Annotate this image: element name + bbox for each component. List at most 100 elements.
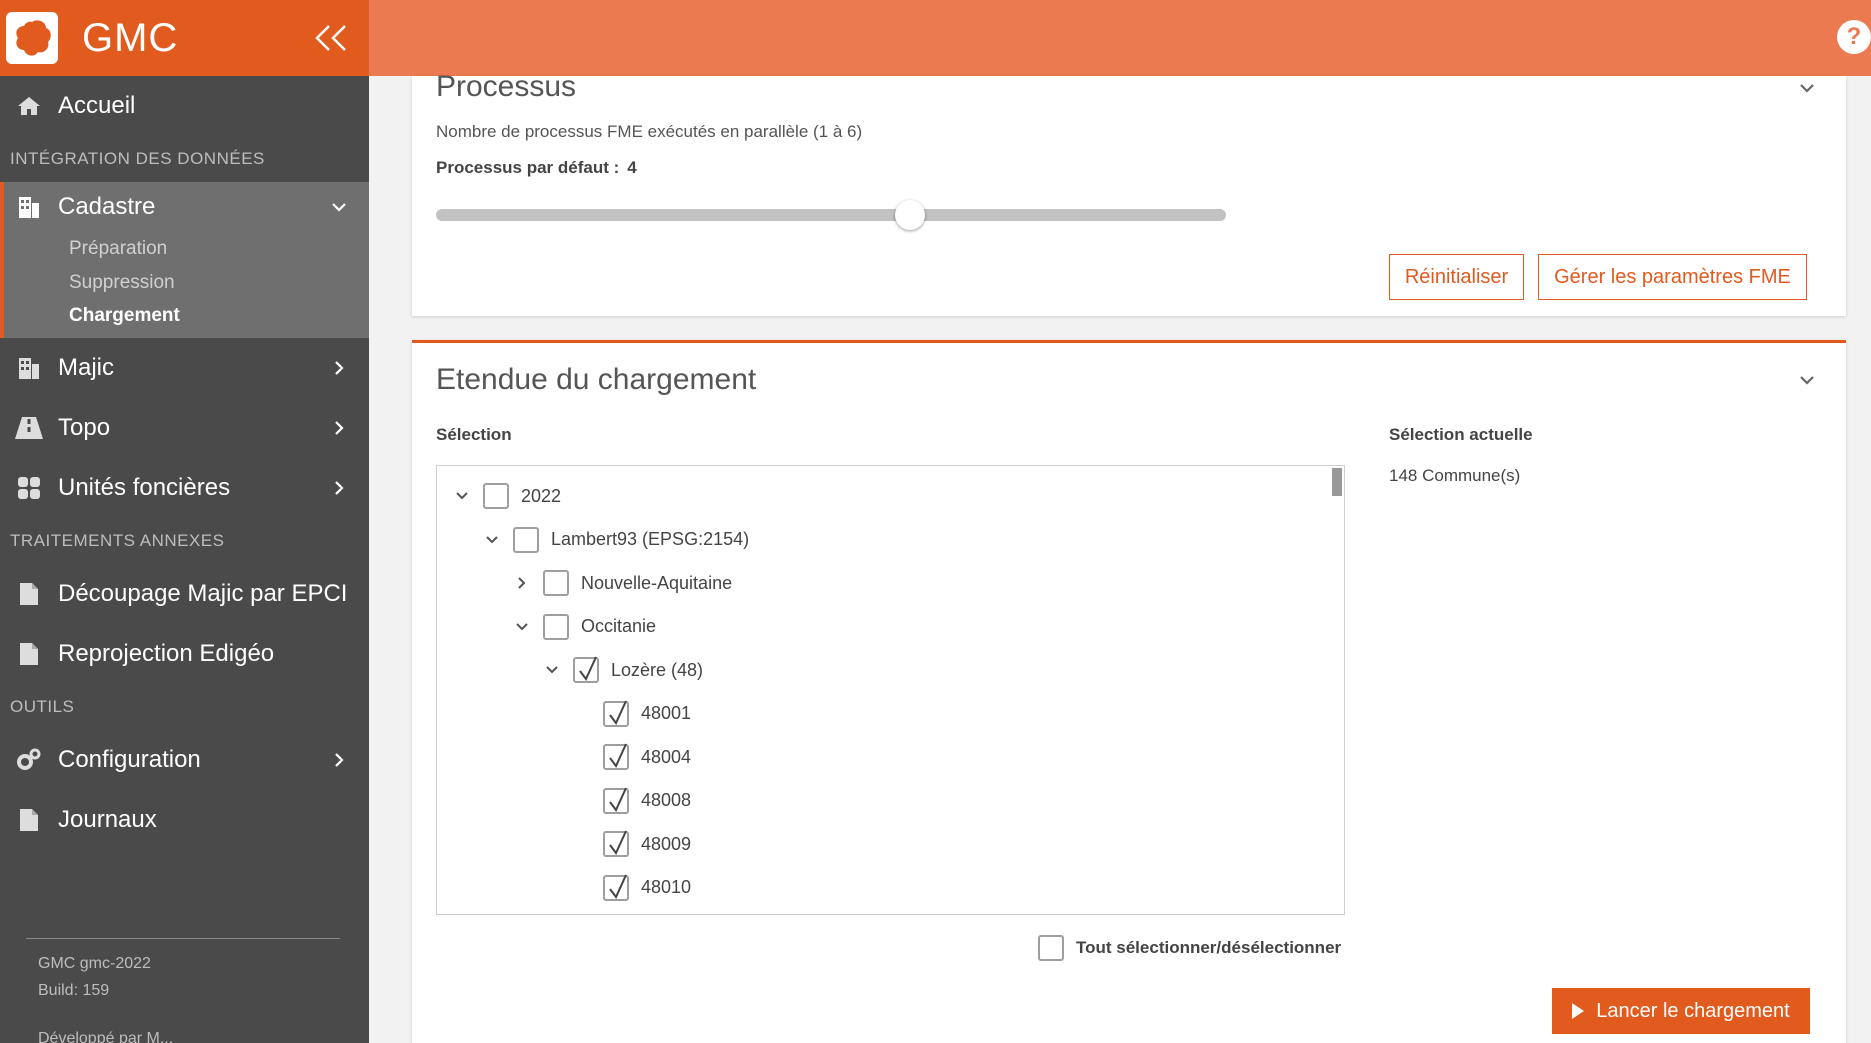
processus-card: Processus Nombre de processus FME exécut… [412,70,1846,316]
tree-checkbox[interactable] [603,700,629,727]
chevron-right-icon [335,421,344,435]
developer-credit: Développé par M... [38,1030,174,1043]
brand-name: GMC [82,15,179,60]
etendue-card: Etendue du chargement Sélection Sélectio… [412,340,1846,1043]
sidebar-item-unites-foncieres[interactable]: Unités foncières [0,458,369,518]
sidebar-item-label: Cadastre [58,193,156,220]
sidebar-divider [26,938,340,939]
current-selection-value: 148 Commune(s) [1389,466,1521,485]
top-bar: ? [369,0,1871,76]
tree-node[interactable]: 48008 [573,781,691,821]
processus-slider[interactable] [436,200,1226,230]
chevron-down-icon[interactable] [1798,79,1816,97]
chevron-down-icon [332,203,346,212]
tree-checkbox[interactable] [543,613,569,640]
sidebar-item-cadastre[interactable]: Cadastre [4,182,369,232]
tree-node[interactable]: 48004 [573,737,691,777]
tree-node[interactable]: Lozère (48) [543,650,703,690]
manage-fme-button[interactable]: Gérer les paramètres FME [1538,254,1807,300]
section-label-integration: INTÉGRATION DES DONNÉES [10,149,265,168]
scrollbar-thumb[interactable] [1332,468,1342,496]
tree-node-label: 48010 [641,877,692,897]
chevron-down-icon[interactable] [513,618,531,636]
section-label-traitements: TRAITEMENTS ANNEXES [10,531,225,550]
sidebar-item-decoupage[interactable]: Découpage Majic par EPCI [0,564,369,624]
tree-checkbox[interactable] [603,743,629,770]
tree-node-label: 48001 [641,703,692,723]
selection-tree[interactable]: 2022 Lambert93 (EPSG:2154) Nouvelle-Aquita… [436,465,1345,915]
tree-checkbox[interactable] [543,570,569,596]
version-info: GMC gmc-2022 Build: 159 [38,950,151,1004]
gmc-logo[interactable] [6,12,58,64]
sidebar-item-majic[interactable]: Majic [0,338,369,398]
play-icon [1572,1003,1585,1019]
tree-node[interactable]: 48001 [573,694,691,734]
sidebar-item-label: Topo [58,414,111,441]
sidebar-item-label: Accueil [58,92,136,119]
sidebar-item-label: Unités foncières [58,474,231,501]
default-processes: Processus par défaut : 4 [436,158,637,178]
sidebar-subitem-chargement[interactable]: Chargement [4,300,369,338]
chevron-down-icon[interactable] [453,487,471,505]
chevron-down-icon[interactable] [543,661,561,679]
building-icon [14,194,44,220]
section-label-outils: OUTILS [10,697,75,716]
sidebar-item-accueil[interactable]: Accueil [0,76,369,136]
tree-node-label: Lambert93 (EPSG:2154) [551,529,750,549]
slider-thumb[interactable] [895,200,925,230]
selection-label: Sélection [436,425,512,444]
tree-node-label: 48009 [641,833,692,854]
sidebar: GMC Accueil INTÉGRATION DES DONNÉES Cada… [0,0,369,1043]
current-selection-label: Sélection actuelle [1389,425,1533,444]
slider-track[interactable] [436,209,1226,221]
tree-node-label: 2022 [521,485,562,506]
tree-checkbox[interactable] [483,483,509,509]
launch-button[interactable]: Lancer le chargement [1552,988,1810,1034]
chevron-down-icon[interactable] [483,531,501,549]
processus-description: Nombre de processus FME exécutés en para… [436,122,863,141]
sidebar-item-label: Reprojection Edigéo [58,640,275,667]
tree-node[interactable]: Nouvelle-Aquitaine [513,563,732,603]
sidebar-item-journaux[interactable]: Journaux [0,790,369,850]
sidebar-subitem-preparation[interactable]: Préparation [4,232,369,266]
tree-checkbox[interactable] [603,830,629,857]
tree-node[interactable]: 2022 [453,476,561,516]
sidebar-item-label: Journaux [58,806,157,833]
sidebar-item-label: Découpage Majic par EPCI [58,580,348,607]
home-icon [14,93,44,119]
tree-checkbox[interactable] [513,526,539,553]
select-all-toggle[interactable]: Tout sélectionner/désélectionner [1038,935,1341,961]
tree-checkbox[interactable] [603,874,629,901]
tree-node-label: 48008 [641,790,692,810]
select-all-checkbox[interactable] [1038,935,1064,961]
tree-node-label: Lozère (48) [611,659,704,680]
tree-node[interactable]: 48009 [573,824,691,864]
tree-node[interactable]: Occitanie [513,607,656,647]
file-icon [14,641,44,667]
chevron-down-icon[interactable] [1798,371,1816,389]
file-icon [14,581,44,607]
sidebar-subitem-suppression[interactable]: Suppression [4,266,369,300]
select-all-label: Tout sélectionner/désélectionner [1076,938,1342,957]
tree-node-label: Occitanie [581,616,657,636]
file-icon [14,807,44,833]
launch-label: Lancer le chargement [1596,999,1790,1022]
build-number: Build: 159 [38,982,110,999]
tree-checkbox[interactable] [603,787,629,814]
tree-node[interactable]: 48010 [573,868,691,908]
collapse-sidebar-icon[interactable] [311,18,351,58]
tree-node-label: Nouvelle-Aquitaine [581,572,733,593]
road-icon [14,415,44,441]
chevron-right-icon [335,753,344,767]
tree-checkbox[interactable] [573,656,599,683]
tree-node[interactable]: Lambert93 (EPSG:2154) [483,520,749,560]
reset-button[interactable]: Réinitialiser [1389,254,1524,300]
sidebar-item-reprojection[interactable]: Reprojection Edigéo [0,624,369,684]
sidebar-item-configuration[interactable]: Configuration [0,730,369,790]
default-label: Processus par défaut : [436,158,620,177]
card-title: Processus [436,70,577,103]
chevron-right-icon[interactable] [513,574,531,592]
sidebar-group-cadastre: Cadastre Préparation Suppression Chargem… [0,182,369,338]
sidebar-item-topo[interactable]: Topo [0,398,369,458]
help-icon[interactable]: ? [1837,20,1871,54]
